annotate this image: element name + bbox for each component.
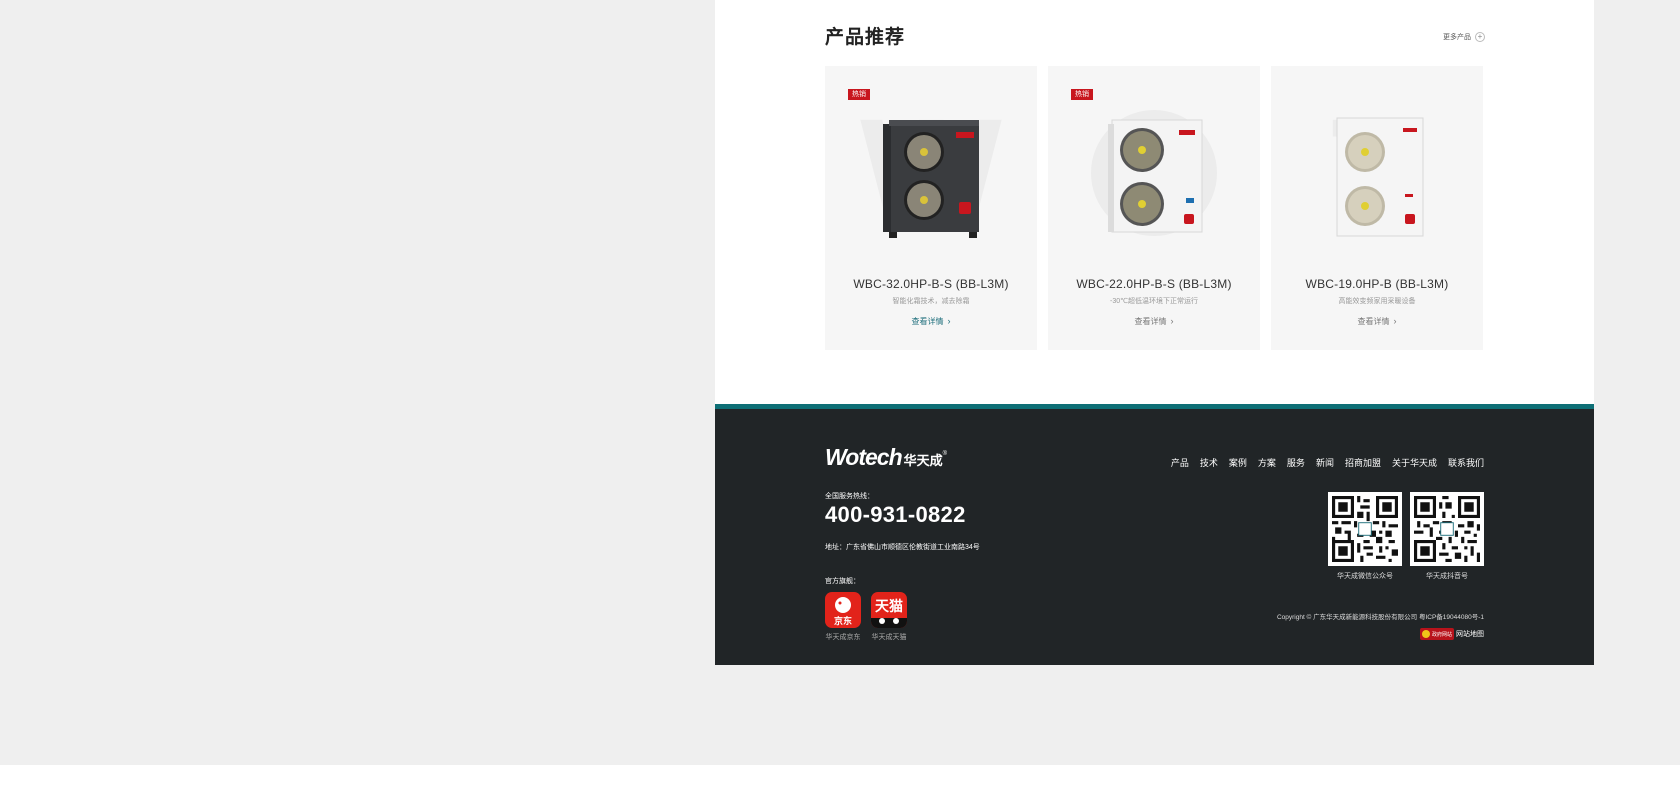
heat-pump-white-image bbox=[1336, 117, 1424, 237]
gov-badge-text: 政府网站 bbox=[1432, 631, 1453, 638]
footer-nav-news[interactable]: 新闻 bbox=[1316, 456, 1334, 469]
product-desc: -30℃超低温环境下正常运行 bbox=[1110, 298, 1198, 305]
qr-code-icon bbox=[1414, 496, 1480, 562]
tmall-store-caption: 华天成天猫 bbox=[871, 634, 907, 641]
copyright-text: Copyright © 广东华天成新能源科技股份有限公司 粤ICP备190440… bbox=[1276, 614, 1484, 621]
tmall-store-link[interactable]: 天猫 华天成天猫 bbox=[871, 592, 907, 642]
hotline-number: 400-931-0822 bbox=[825, 502, 966, 527]
footer-nav-cases[interactable]: 案例 bbox=[1229, 456, 1247, 469]
product-card[interactable]: W 热销 WBC-32.0HP-B-S (BB-L3M) 智能化霜技术，减去除霜… bbox=[825, 66, 1037, 350]
hot-tag: 热销 bbox=[1071, 89, 1093, 100]
gov-emblem-icon bbox=[1422, 630, 1430, 638]
product-recommend-section: 产品推荐 更多产品 + W 热销 WBC-32.0HP-B-S (BB-L3M)… bbox=[715, 0, 1594, 404]
product-name: WBC-32.0HP-B-S (BB-L3M) bbox=[853, 277, 1009, 291]
wechat-qr-code bbox=[1328, 492, 1402, 566]
site-footer: Wotech 华天成 ® 产品 技术 案例 方案 服务 新闻 招商加盟 关于华天… bbox=[715, 409, 1594, 665]
footer-nav-contact[interactable]: 联系我们 bbox=[1448, 456, 1484, 469]
footer-nav-products[interactable]: 产品 bbox=[1171, 456, 1189, 469]
view-details-label: 查看详情 bbox=[1134, 317, 1167, 326]
view-details-label: 查看详情 bbox=[911, 317, 944, 326]
product-card[interactable]: T WBC-19.0HP-B (BB-L3M) 高能效变频家用采暖设备 查看详情… bbox=[1271, 66, 1483, 350]
sitemap-link[interactable]: 网站地图 bbox=[1456, 629, 1484, 639]
page-bottom-strip bbox=[0, 765, 1680, 794]
logo-registered-mark: ® bbox=[942, 451, 948, 457]
view-details-link[interactable]: 查看详情 › bbox=[825, 316, 1037, 327]
footer-nav-solutions[interactable]: 方案 bbox=[1258, 456, 1276, 469]
footer-nav-service[interactable]: 服务 bbox=[1287, 456, 1305, 469]
product-card[interactable]: 热销 WBC-22.0HP-B-S (BB-L3M) -30℃超低温环境下正常运… bbox=[1048, 66, 1260, 350]
gov-site-badge[interactable]: 政府网站 bbox=[1420, 628, 1454, 640]
chevron-right-icon: › bbox=[1393, 316, 1397, 326]
hotline-label: 全国服务热线： bbox=[825, 493, 874, 500]
jd-badge-text: 京东 bbox=[833, 616, 852, 626]
section-title: 产品推荐 bbox=[825, 27, 906, 48]
footer-logo[interactable]: Wotech 华天成 ® bbox=[825, 444, 947, 471]
flagship-label: 官方旗舰： bbox=[825, 578, 860, 585]
page-content: 产品推荐 更多产品 + W 热销 WBC-32.0HP-B-S (BB-L3M)… bbox=[715, 0, 1594, 665]
company-address: 地址：广东省佛山市顺德区伦教街道工业南路34号 bbox=[825, 544, 980, 551]
jd-logo-icon: 京东 bbox=[825, 592, 861, 628]
view-details-label: 查看详情 bbox=[1357, 317, 1390, 326]
tmall-logo-icon: 天猫 bbox=[871, 592, 907, 628]
jd-store-link[interactable]: 京东 华天成京东 bbox=[825, 592, 861, 642]
douyin-qr-code bbox=[1410, 492, 1484, 566]
jd-store-caption: 华天成京东 bbox=[825, 634, 861, 641]
view-details-link[interactable]: 查看详情 › bbox=[1048, 316, 1260, 327]
hot-tag: 热销 bbox=[848, 89, 870, 100]
more-products-label: 更多产品 bbox=[1443, 34, 1471, 41]
logo-cn: 华天成 bbox=[903, 453, 943, 468]
footer-nav: 产品 技术 案例 方案 服务 新闻 招商加盟 关于华天成 联系我们 bbox=[1171, 456, 1484, 469]
douyin-qr-caption: 华天成抖音号 bbox=[1426, 573, 1468, 580]
qr-code-icon bbox=[1332, 496, 1398, 562]
view-details-link[interactable]: 查看详情 › bbox=[1271, 316, 1483, 327]
product-name: WBC-19.0HP-B (BB-L3M) bbox=[1305, 277, 1449, 291]
chevron-right-icon: › bbox=[947, 316, 951, 326]
more-products-link[interactable]: 更多产品 + bbox=[1443, 32, 1485, 42]
footer-nav-technology[interactable]: 技术 bbox=[1200, 456, 1218, 469]
heat-pump-white-image bbox=[1108, 119, 1203, 233]
product-desc: 高能效变频家用采暖设备 bbox=[1338, 298, 1416, 305]
footer-nav-about[interactable]: 关于华天成 bbox=[1392, 456, 1437, 469]
wechat-qr-caption: 华天成微信公众号 bbox=[1337, 573, 1393, 580]
footer-nav-franchise[interactable]: 招商加盟 bbox=[1345, 456, 1381, 469]
chevron-right-icon: › bbox=[1170, 316, 1174, 326]
heat-pump-dark-image bbox=[883, 120, 979, 238]
logo-latin: Wotech bbox=[825, 444, 903, 470]
product-desc: 智能化霜技术，减去除霜 bbox=[892, 298, 970, 305]
plus-circle-icon: + bbox=[1475, 32, 1485, 42]
product-name: WBC-22.0HP-B-S (BB-L3M) bbox=[1076, 277, 1232, 291]
